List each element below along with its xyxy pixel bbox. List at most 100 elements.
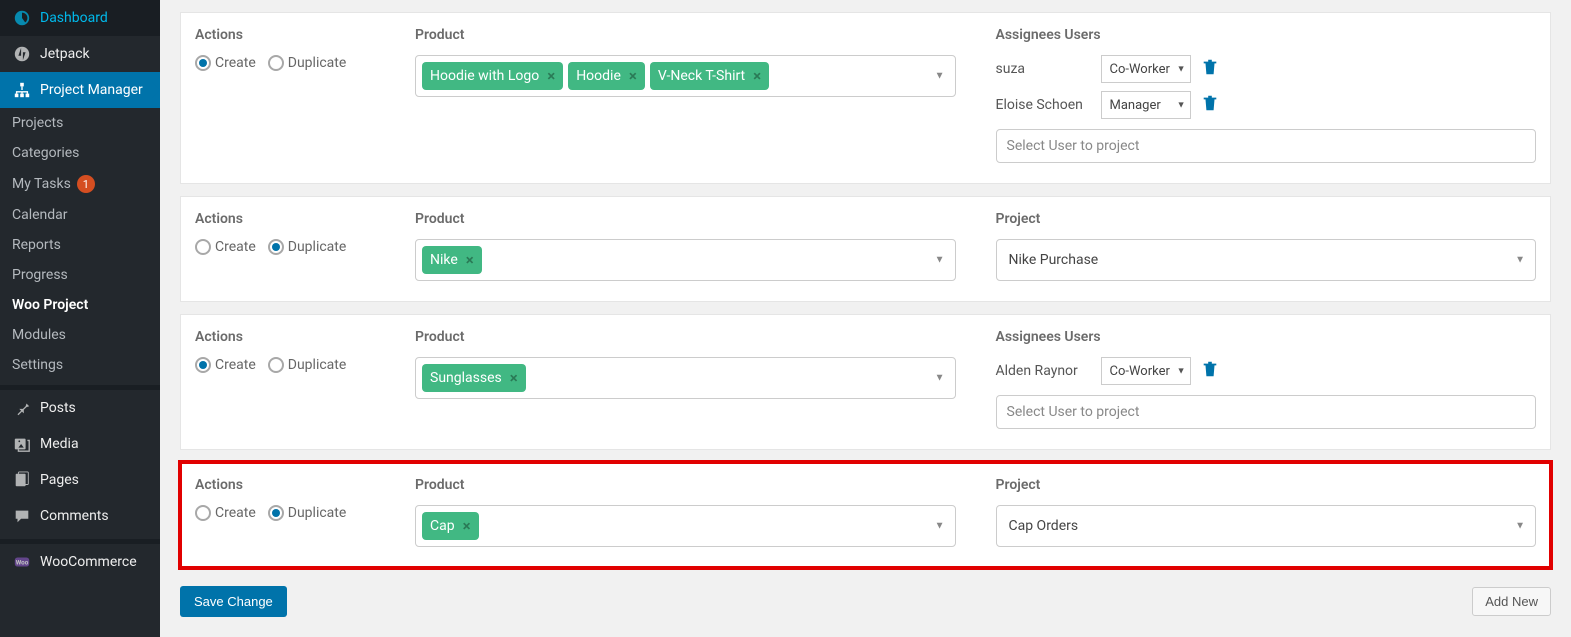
footer-actions: Save Change Add New	[180, 586, 1551, 617]
jetpack-icon	[12, 44, 32, 64]
remove-tag-icon[interactable]: ×	[547, 67, 555, 85]
select-user-input[interactable]: Select User to project	[996, 395, 1537, 429]
product-select[interactable]: Cap× ▼	[415, 505, 956, 547]
sidebar-item-dashboard[interactable]: Dashboard	[0, 0, 160, 36]
delete-assignee-icon[interactable]	[1201, 58, 1219, 80]
project-select[interactable]: Cap Orders▼	[996, 505, 1537, 547]
sidebar-label: Project Manager	[40, 82, 143, 98]
product-label: Product	[415, 27, 956, 43]
svg-text:Woo: Woo	[16, 559, 29, 567]
sidebar-sub-modules[interactable]: Modules	[0, 320, 160, 350]
project-label: Project	[996, 477, 1537, 493]
save-change-button[interactable]: Save Change	[180, 586, 287, 617]
create-radio[interactable]	[195, 55, 211, 71]
pages-icon	[12, 470, 32, 490]
create-radio[interactable]	[195, 505, 211, 521]
sidebar-label: Dashboard	[40, 10, 108, 26]
admin-sidebar: Dashboard Jetpack Project Manager Projec…	[0, 0, 160, 637]
sitemap-icon	[12, 80, 32, 100]
role-select[interactable]: Manager▼	[1101, 91, 1191, 119]
duplicate-radio[interactable]	[268, 505, 284, 521]
sidebar-item-media[interactable]: Media	[0, 426, 160, 462]
dropdown-arrow-icon: ▼	[1177, 64, 1186, 75]
create-radio-label: Create	[215, 505, 256, 521]
dashboard-icon	[12, 8, 32, 28]
product-select[interactable]: Nike× ▼	[415, 239, 956, 281]
product-select[interactable]: Hoodie with Logo×Hoodie×V-Neck T-Shirt×▼	[415, 55, 956, 97]
product-tag: Hoodie×	[568, 62, 645, 90]
project-label: Project	[996, 211, 1537, 227]
sidebar-label: Pages	[40, 472, 79, 488]
sidebar-label: WooCommerce	[40, 554, 137, 570]
assignee-row: suza Co-Worker▼	[996, 55, 1537, 83]
sidebar-sub-woo-project[interactable]: Woo Project	[0, 290, 160, 320]
select-user-input[interactable]: Select User to project	[996, 129, 1537, 163]
role-select[interactable]: Co-Worker▼	[1101, 357, 1191, 385]
create-radio-label: Create	[215, 55, 256, 71]
sidebar-sub-settings[interactable]: Settings	[0, 350, 160, 380]
duplicate-radio[interactable]	[268, 55, 284, 71]
delete-assignee-icon[interactable]	[1201, 94, 1219, 116]
pin-icon	[12, 398, 32, 418]
delete-assignee-icon[interactable]	[1201, 360, 1219, 382]
remove-tag-icon[interactable]: ×	[463, 517, 471, 535]
create-radio-label: Create	[215, 239, 256, 255]
sidebar-item-pages[interactable]: Pages	[0, 462, 160, 498]
sidebar-sub-projects[interactable]: Projects	[0, 108, 160, 138]
add-new-button[interactable]: Add New	[1472, 587, 1551, 616]
sidebar-sub-reports[interactable]: Reports	[0, 230, 160, 260]
actions-label: Actions	[195, 211, 375, 227]
create-radio[interactable]	[195, 239, 211, 255]
comments-icon	[12, 506, 32, 526]
remove-tag-icon[interactable]: ×	[629, 67, 637, 85]
duplicate-radio[interactable]	[268, 239, 284, 255]
task-count-badge: 1	[77, 175, 95, 193]
main-content: Actions Create Duplicate Product Hoodie …	[160, 0, 1571, 637]
chevron-down-icon: ▼	[1515, 521, 1525, 532]
duplicate-radio-label: Duplicate	[288, 505, 347, 521]
create-radio[interactable]	[195, 357, 211, 373]
assignee-row: Alden Raynor Co-Worker▼	[996, 357, 1537, 385]
chevron-down-icon: ▼	[935, 71, 945, 82]
actions-label: Actions	[195, 329, 375, 345]
dropdown-arrow-icon: ▼	[1177, 100, 1186, 111]
project-select[interactable]: Nike Purchase▼	[996, 239, 1537, 281]
remove-tag-icon[interactable]: ×	[466, 251, 474, 269]
sidebar-label: Posts	[40, 400, 76, 416]
actions-label: Actions	[195, 477, 375, 493]
chevron-down-icon: ▼	[935, 255, 945, 266]
sidebar-item-posts[interactable]: Posts	[0, 390, 160, 426]
woocommerce-icon: Woo	[12, 552, 32, 572]
assignee-row: Eloise Schoen Manager▼	[996, 91, 1537, 119]
config-row: Actions Create Duplicate Product Sunglas…	[180, 314, 1551, 450]
product-label: Product	[415, 329, 956, 345]
dropdown-arrow-icon: ▼	[1177, 366, 1186, 377]
sidebar-sub-my-tasks[interactable]: My Tasks1	[0, 168, 160, 200]
config-row: Actions Create Duplicate Product Hoodie …	[180, 12, 1551, 184]
product-select[interactable]: Sunglasses×▼	[415, 357, 956, 399]
remove-tag-icon[interactable]: ×	[510, 369, 518, 387]
sidebar-label: Media	[40, 436, 79, 452]
remove-tag-icon[interactable]: ×	[753, 67, 761, 85]
chevron-down-icon: ▼	[1515, 255, 1525, 266]
role-select[interactable]: Co-Worker▼	[1101, 55, 1191, 83]
actions-label: Actions	[195, 27, 375, 43]
config-row: Actions Create Duplicate Product Nike× ▼ P…	[180, 196, 1551, 302]
product-tag: Cap×	[422, 512, 479, 540]
sidebar-sub-progress[interactable]: Progress	[0, 260, 160, 290]
duplicate-radio[interactable]	[268, 357, 284, 373]
assignees-label: Assignees Users	[996, 27, 1537, 43]
product-tag: Nike×	[422, 246, 482, 274]
sidebar-sub-categories[interactable]: Categories	[0, 138, 160, 168]
chevron-down-icon: ▼	[935, 521, 945, 532]
sidebar-item-comments[interactable]: Comments	[0, 498, 160, 534]
sidebar-sub-calendar[interactable]: Calendar	[0, 200, 160, 230]
assignee-name: Alden Raynor	[996, 363, 1091, 379]
duplicate-radio-label: Duplicate	[288, 239, 347, 255]
sidebar-item-jetpack[interactable]: Jetpack	[0, 36, 160, 72]
assignee-name: Eloise Schoen	[996, 97, 1091, 113]
sidebar-item-project-manager[interactable]: Project Manager	[0, 72, 160, 108]
product-label: Product	[415, 211, 956, 227]
config-row: Actions Create Duplicate Product Cap×▼Pr…	[180, 462, 1551, 568]
chevron-down-icon: ▼	[935, 373, 945, 384]
